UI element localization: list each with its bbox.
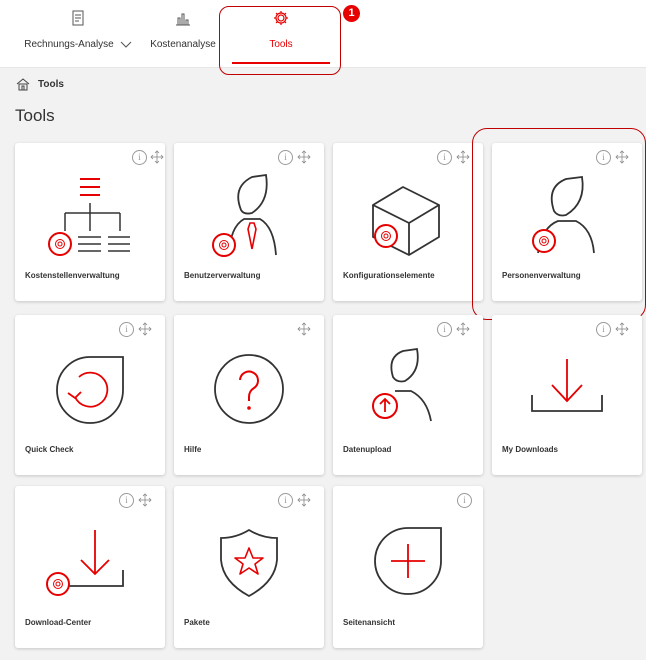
info-icon[interactable]: i: [132, 150, 147, 165]
download-center-icon: [46, 530, 124, 596]
move-icon[interactable]: [456, 150, 470, 164]
tab-rechnungs-analyse-label: Rechnungs-Analyse: [24, 39, 114, 50]
tab-rechnungs-analyse[interactable]: Rechnungs-Analyse: [24, 0, 132, 66]
page-title: Tools: [15, 106, 55, 125]
bar-chart-icon: [176, 13, 190, 26]
tile-label: Datenupload: [343, 445, 392, 454]
tile-personenverwaltung[interactable]: i Personenverwaltung: [492, 143, 642, 301]
tile-label: Download-Center: [25, 618, 92, 627]
info-icon[interactable]: i: [278, 493, 293, 508]
breadcrumb-label[interactable]: Tools: [38, 79, 64, 90]
chevron-down-icon[interactable]: [120, 41, 132, 48]
download-icon: [531, 359, 603, 412]
shield-star-icon: [220, 528, 278, 598]
tile-label: Personenverwaltung: [502, 271, 581, 280]
tile-quick-check[interactable]: i Quick Check: [15, 315, 165, 475]
info-icon[interactable]: i: [278, 150, 293, 165]
tab-kostenanalyse[interactable]: Kostenanalyse: [150, 0, 216, 66]
tile-pakete[interactable]: i Pakete: [174, 486, 324, 648]
info-icon[interactable]: i: [437, 150, 452, 165]
gear-icon: [274, 11, 288, 25]
user-tie-icon: [212, 173, 277, 257]
person-icon: [532, 175, 595, 254]
info-icon[interactable]: i: [437, 322, 452, 337]
move-icon[interactable]: [297, 150, 311, 164]
tile-label: Benutzerverwaltung: [184, 271, 261, 280]
tile-label: Seitenansicht: [343, 618, 396, 627]
move-icon[interactable]: [297, 493, 311, 507]
top-navigation: Rechnungs-Analyse Kostenanalyse Tools: [0, 0, 646, 68]
tile-label: Konfigurationselemente: [343, 271, 435, 280]
tile-konfigurationselemente[interactable]: i Konfigurationselemente: [333, 143, 483, 301]
tab-kostenanalyse-label: Kostenanalyse: [150, 39, 216, 50]
tab-tools[interactable]: Tools: [232, 0, 330, 66]
tile-seitenansicht[interactable]: i Seitenansicht: [333, 486, 483, 648]
tile-label: My Downloads: [502, 445, 559, 454]
document-icon: [72, 10, 84, 26]
tile-label: Quick Check: [25, 445, 74, 454]
move-icon[interactable]: [615, 150, 629, 164]
step-badge: 1: [343, 5, 360, 22]
move-icon[interactable]: [150, 150, 164, 164]
home-icon[interactable]: [16, 78, 30, 91]
person-upload-icon: [372, 347, 432, 422]
tab-tools-label: Tools: [269, 39, 293, 50]
cube-icon: [372, 186, 440, 256]
info-icon[interactable]: i: [596, 322, 611, 337]
info-icon[interactable]: i: [596, 150, 611, 165]
tile-kostenstellenverwaltung[interactable]: i Kostenstellenverwaltung: [15, 143, 165, 301]
tile-label: Hilfe: [184, 445, 202, 454]
tile-my-downloads[interactable]: i My Downloads: [492, 315, 642, 475]
active-tab-indicator: [232, 62, 330, 64]
move-icon[interactable]: [138, 493, 152, 507]
info-icon[interactable]: i: [457, 493, 472, 508]
refresh-icon: [56, 356, 124, 424]
tile-download-center[interactable]: i Download-Center: [15, 486, 165, 648]
add-page-icon: [374, 527, 442, 595]
tile-hilfe[interactable]: Hilfe: [174, 315, 324, 475]
tile-benutzerverwaltung[interactable]: i Benutzerverwaltung: [174, 143, 324, 301]
org-chart-icon: [48, 178, 130, 256]
tile-label: Pakete: [184, 618, 210, 627]
move-icon[interactable]: [456, 322, 470, 336]
move-icon[interactable]: [138, 322, 152, 336]
breadcrumb: Tools: [16, 78, 64, 91]
help-question-icon: [214, 354, 284, 424]
move-icon[interactable]: [615, 322, 629, 336]
tile-label: Kostenstellenverwaltung: [25, 271, 120, 280]
info-icon[interactable]: i: [119, 493, 134, 508]
move-icon[interactable]: [297, 322, 311, 336]
tile-datenupload[interactable]: i Datenupload: [333, 315, 483, 475]
info-icon[interactable]: i: [119, 322, 134, 337]
